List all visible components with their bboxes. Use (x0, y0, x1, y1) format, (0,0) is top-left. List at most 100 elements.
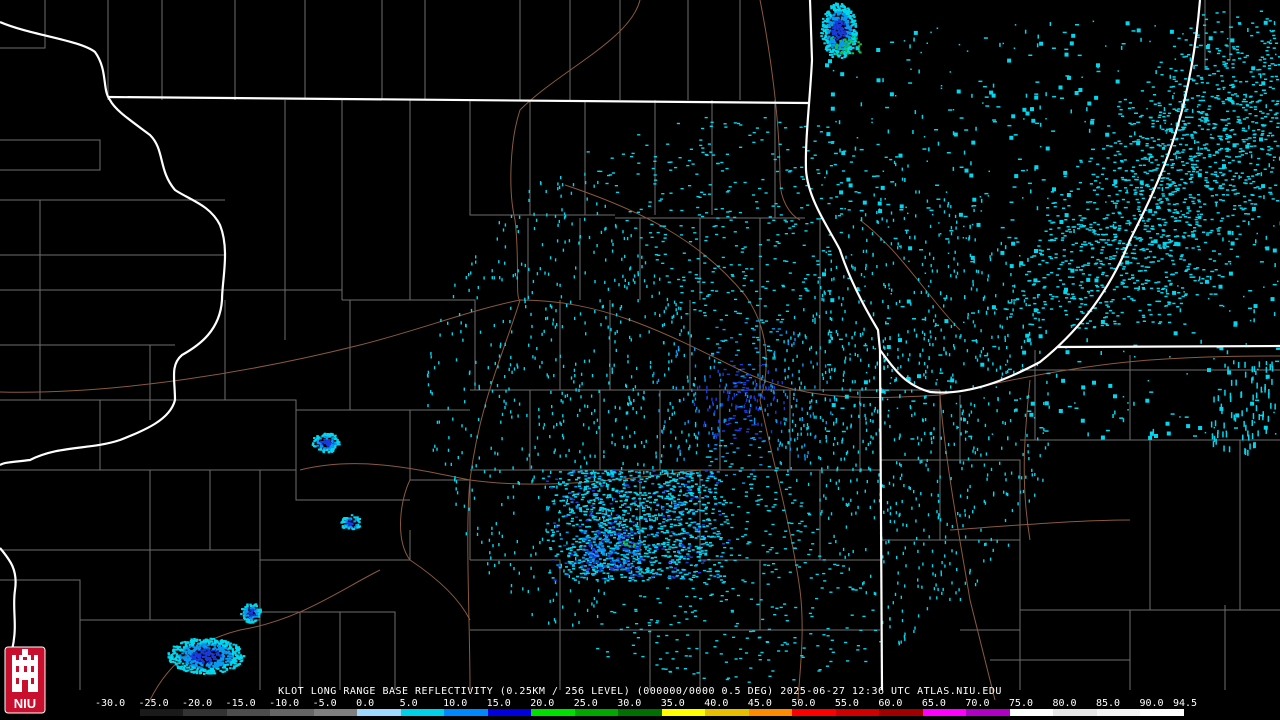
echo-pixel (1071, 293, 1075, 295)
echo-pixel (1013, 409, 1016, 413)
echo-pixel (894, 183, 897, 187)
echo-pixel (1147, 218, 1151, 220)
echo-pixel (692, 574, 696, 577)
echo-pixel (682, 276, 686, 278)
echo-pixel (891, 288, 893, 292)
echo-pixel (673, 540, 677, 543)
echo-pixel (1122, 268, 1126, 270)
echo-pixel (1176, 306, 1180, 308)
echo-pixel (816, 169, 820, 171)
echo-pixel (818, 315, 821, 319)
echo-pixel (602, 482, 606, 484)
echo-pixel (768, 675, 772, 677)
echo-pixel (791, 232, 795, 235)
echo-pixel (901, 177, 904, 181)
echo-pixel (1261, 112, 1265, 114)
echo-pixel (953, 257, 955, 261)
echo-pixel (685, 439, 688, 443)
echo-pixel (1235, 95, 1239, 97)
echo-pixel (982, 347, 984, 351)
echo-pixel (518, 215, 521, 219)
echo-pixel (856, 645, 860, 647)
echo-pixel (1136, 237, 1141, 239)
echo-pixel (706, 295, 710, 297)
echo-pixel (708, 431, 710, 435)
echo-pixel (1019, 490, 1022, 494)
echo-pixel (633, 431, 636, 435)
echo-pixel (679, 471, 683, 473)
echo-pixel (743, 181, 747, 184)
echo-pixel (503, 399, 505, 403)
echo-pixel (666, 297, 669, 302)
echo-pixel (904, 584, 906, 588)
echo-pixel (835, 481, 837, 485)
echo-pixel (889, 158, 893, 161)
echo-pixel (1259, 94, 1263, 96)
echo-pixel (899, 462, 901, 466)
echo-pixel (644, 261, 647, 265)
echo-pixel (792, 413, 794, 417)
echo-pixel (744, 389, 748, 391)
echo-pixel (608, 516, 612, 518)
echo-pixel (1146, 220, 1150, 222)
echo-pixel (1150, 161, 1154, 164)
echo-pixel (822, 389, 824, 393)
echo-pixel (655, 455, 657, 459)
echo-pixel (711, 354, 715, 356)
echo-pixel (854, 191, 858, 193)
echo-pixel (1023, 339, 1026, 344)
echo-pixel (756, 207, 760, 209)
echo-pixel (686, 533, 690, 535)
echo-pixel (714, 410, 716, 414)
echo-pixel (1253, 145, 1257, 147)
echo-pixel (1197, 124, 1201, 127)
echo-pixel (688, 517, 692, 520)
echo-pixel (1043, 428, 1045, 432)
echo-pixel (668, 367, 670, 371)
echo-pixel (436, 420, 439, 424)
echo-pixel (605, 226, 607, 230)
echo-pixel (848, 342, 850, 346)
echo-pixel (825, 421, 827, 425)
echo-pixel (777, 328, 781, 330)
echo-pixel (987, 306, 989, 310)
echo-pixel (498, 221, 500, 225)
echo-pixel (873, 516, 876, 520)
echo-pixel (554, 555, 558, 557)
echo-pixel (1198, 206, 1203, 208)
echo-pixel (628, 577, 632, 579)
echo-pixel (1178, 83, 1182, 85)
echo-pixel (550, 390, 552, 394)
echo-pixel (689, 509, 693, 511)
echo-pixel (1043, 285, 1047, 288)
echo-pixel (616, 533, 620, 536)
echo-pixel (880, 197, 882, 201)
echo-pixel (675, 563, 679, 565)
echo-pixel (492, 544, 494, 548)
echo-pixel (536, 272, 539, 276)
echo-pixel (1061, 232, 1065, 235)
echo-pixel (669, 209, 673, 211)
echo-pixel (651, 482, 655, 485)
echo-pixel (643, 444, 645, 449)
echo-pixel (658, 486, 662, 489)
echo-pixel (624, 491, 628, 494)
echo-pixel (829, 375, 832, 379)
echo-pixel (1268, 86, 1272, 88)
echo-pixel (711, 535, 715, 538)
echo-pixel (749, 667, 753, 669)
echo-pixel (940, 368, 942, 372)
echo-pixel (564, 240, 566, 244)
echo-pixel (691, 227, 695, 229)
echo-pixel (558, 471, 562, 473)
echo-pixel (1155, 167, 1159, 170)
echo-pixel (552, 531, 555, 534)
echo-pixel (1127, 179, 1131, 181)
echo-pixel (744, 528, 748, 530)
echo-pixel (559, 538, 563, 540)
echo-pixel (508, 387, 510, 391)
echo-pixel (574, 496, 578, 498)
echo-pixel (1050, 271, 1054, 274)
echo-pixel (728, 186, 732, 188)
echo-pixel (627, 402, 629, 406)
